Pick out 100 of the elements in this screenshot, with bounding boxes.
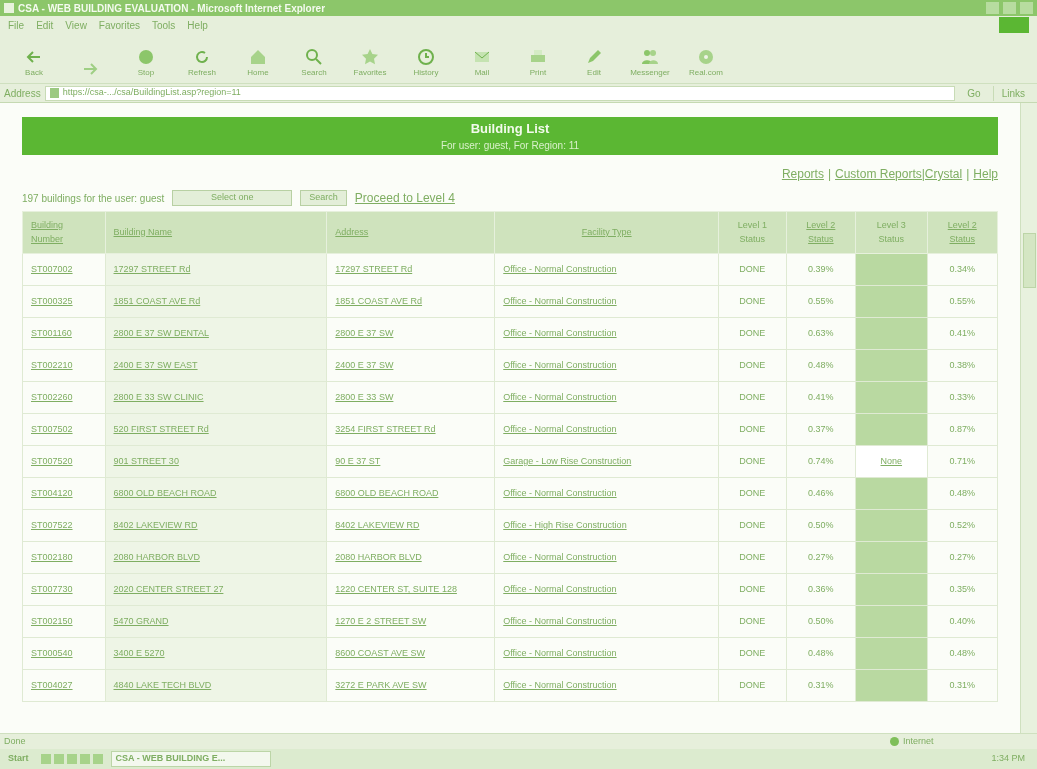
table-cell[interactable]: 6800 OLD BEACH ROAD bbox=[105, 477, 327, 510]
menu-item[interactable]: File bbox=[8, 17, 25, 33]
table-cell[interactable]: 2400 E 37 SW bbox=[326, 349, 495, 382]
table-cell[interactable]: Office - Normal Construction bbox=[494, 605, 719, 638]
nav-link[interactable]: Custom Reports|Crystal bbox=[835, 165, 963, 183]
toolbar-button[interactable]: Stop bbox=[120, 47, 172, 79]
toolbar-button[interactable]: Favorites bbox=[344, 47, 396, 79]
table-cell[interactable]: Office - Normal Construction bbox=[494, 381, 719, 414]
table-cell[interactable]: ST007522 bbox=[22, 509, 105, 542]
table-cell[interactable]: ST002150 bbox=[22, 605, 105, 638]
column-header[interactable]: Building Number bbox=[22, 211, 105, 254]
table-cell[interactable]: ST007002 bbox=[22, 253, 105, 286]
quick-launch-icon[interactable] bbox=[66, 754, 77, 764]
quick-launch-icon[interactable] bbox=[53, 754, 64, 764]
toolbar-button[interactable]: History bbox=[400, 47, 452, 79]
table-cell[interactable]: ST007502 bbox=[22, 413, 105, 446]
toolbar-button[interactable]: Real.com bbox=[680, 47, 732, 79]
minimize-button[interactable] bbox=[986, 2, 999, 14]
table-cell[interactable]: 2800 E 37 SW bbox=[326, 317, 495, 350]
nav-link[interactable]: Help bbox=[973, 165, 998, 183]
menu-item[interactable]: Help bbox=[187, 17, 208, 33]
proceed-link[interactable]: Proceed to Level 4 bbox=[354, 189, 455, 207]
table-cell[interactable]: Office - Normal Construction bbox=[494, 349, 719, 382]
table-cell[interactable]: ST001160 bbox=[22, 317, 105, 350]
table-cell[interactable]: 8402 LAKEVIEW RD bbox=[105, 509, 327, 542]
scroll-thumb[interactable] bbox=[1022, 233, 1036, 288]
links-button[interactable]: Links bbox=[992, 85, 1033, 101]
toolbar-button[interactable]: Refresh bbox=[176, 47, 228, 79]
start-button[interactable]: Start bbox=[4, 752, 33, 766]
nav-link[interactable]: Reports bbox=[781, 165, 824, 183]
menu-item[interactable]: Edit bbox=[36, 17, 54, 33]
table-cell[interactable]: 6800 OLD BEACH ROAD bbox=[326, 477, 495, 510]
toolbar-button[interactable]: Home bbox=[232, 47, 284, 79]
column-header[interactable]: Level 2 Status bbox=[927, 211, 998, 254]
table-cell[interactable]: 520 FIRST STREET Rd bbox=[105, 413, 327, 446]
table-cell[interactable]: 17297 STREET Rd bbox=[326, 253, 495, 286]
table-cell[interactable]: 2800 E 33 SW CLINIC bbox=[105, 381, 327, 414]
table-cell[interactable]: ST002180 bbox=[22, 541, 105, 574]
table-cell[interactable]: 2020 CENTER STREET 27 bbox=[105, 573, 327, 606]
table-cell[interactable]: 2400 E 37 SW EAST bbox=[105, 349, 327, 382]
table-cell[interactable]: Office - Normal Construction bbox=[494, 573, 719, 606]
quick-launch-icon[interactable] bbox=[92, 754, 103, 764]
table-cell[interactable]: 1270 E 2 STREET SW bbox=[326, 605, 495, 638]
table-cell[interactable]: ST004120 bbox=[22, 477, 105, 510]
table-cell[interactable]: Office - Normal Construction bbox=[494, 253, 719, 286]
table-cell[interactable]: Office - Normal Construction bbox=[494, 541, 719, 574]
go-button[interactable]: Go bbox=[959, 85, 989, 101]
select-dropdown[interactable]: Select one bbox=[172, 190, 293, 206]
table-cell[interactable]: Office - Normal Construction bbox=[494, 285, 719, 318]
column-header[interactable]: Building Name bbox=[105, 211, 327, 254]
table-cell[interactable]: 2800 E 37 SW DENTAL bbox=[105, 317, 327, 350]
menu-item[interactable]: Favorites bbox=[98, 17, 140, 33]
table-cell[interactable]: ST002260 bbox=[22, 381, 105, 414]
table-cell[interactable]: 17297 STREET Rd bbox=[105, 253, 327, 286]
column-header[interactable]: Address bbox=[326, 211, 495, 254]
scrollbar[interactable] bbox=[1020, 103, 1037, 733]
table-cell[interactable]: ST000540 bbox=[22, 637, 105, 670]
table-cell[interactable]: ST002210 bbox=[22, 349, 105, 382]
quick-launch-icon[interactable] bbox=[79, 754, 90, 764]
nav-button[interactable]: Back bbox=[8, 47, 60, 79]
toolbar-button[interactable]: Mail bbox=[456, 47, 508, 79]
table-cell[interactable]: Office - High Rise Construction bbox=[494, 509, 719, 542]
column-header[interactable]: Level 2 Status bbox=[786, 211, 856, 254]
toolbar-button[interactable]: Search bbox=[288, 47, 340, 79]
address-field[interactable]: https://csa-.../csa/BuildingList.asp?region=11 bbox=[44, 85, 956, 101]
table-cell[interactable]: Office - Normal Construction bbox=[494, 669, 719, 702]
column-header[interactable]: Facility Type bbox=[494, 211, 719, 254]
toolbar-button[interactable]: Edit bbox=[568, 47, 620, 79]
search-button[interactable]: Search bbox=[300, 190, 347, 206]
table-cell[interactable]: 2080 HARBOR BLVD bbox=[326, 541, 495, 574]
close-button[interactable] bbox=[1020, 2, 1033, 14]
table-cell[interactable]: Garage - Low Rise Construction bbox=[494, 445, 719, 478]
table-cell[interactable]: 5470 GRAND bbox=[105, 605, 327, 638]
table-cell[interactable]: ST007520 bbox=[22, 445, 105, 478]
toolbar-button[interactable]: Print bbox=[512, 47, 564, 79]
toolbar-button[interactable]: Messenger bbox=[624, 47, 676, 79]
taskbar-button[interactable]: CSA - WEB BUILDING E... bbox=[110, 751, 271, 767]
menu-item[interactable]: Tools bbox=[152, 17, 176, 33]
maximize-button[interactable] bbox=[1003, 2, 1016, 14]
table-cell[interactable]: 2080 HARBOR BLVD bbox=[105, 541, 327, 574]
table-cell[interactable]: None bbox=[855, 445, 927, 478]
table-cell[interactable]: Office - Normal Construction bbox=[494, 637, 719, 670]
table-cell[interactable]: ST000325 bbox=[22, 285, 105, 318]
table-cell[interactable]: 8402 LAKEVIEW RD bbox=[326, 509, 495, 542]
quick-launch-icon[interactable] bbox=[40, 754, 51, 764]
table-cell[interactable]: 1851 COAST AVE Rd bbox=[326, 285, 495, 318]
table-cell[interactable]: 901 STREET 30 bbox=[105, 445, 327, 478]
table-cell[interactable]: 1220 CENTER ST, SUITE 128 bbox=[326, 573, 495, 606]
table-cell[interactable]: Office - Normal Construction bbox=[494, 477, 719, 510]
table-cell[interactable]: 3254 FIRST STREET Rd bbox=[326, 413, 495, 446]
table-cell[interactable]: Office - Normal Construction bbox=[494, 413, 719, 446]
table-cell[interactable]: 90 E 37 ST bbox=[326, 445, 495, 478]
table-cell[interactable]: 4840 LAKE TECH BLVD bbox=[105, 669, 327, 702]
table-cell[interactable]: ST007730 bbox=[22, 573, 105, 606]
menu-item[interactable]: View bbox=[65, 17, 87, 33]
table-cell[interactable]: ST004027 bbox=[22, 669, 105, 702]
table-cell[interactable]: 3400 E 5270 bbox=[105, 637, 327, 670]
table-cell[interactable]: 8600 COAST AVE SW bbox=[326, 637, 495, 670]
table-cell[interactable]: Office - Normal Construction bbox=[494, 317, 719, 350]
table-cell[interactable]: 1851 COAST AVE Rd bbox=[105, 285, 327, 318]
